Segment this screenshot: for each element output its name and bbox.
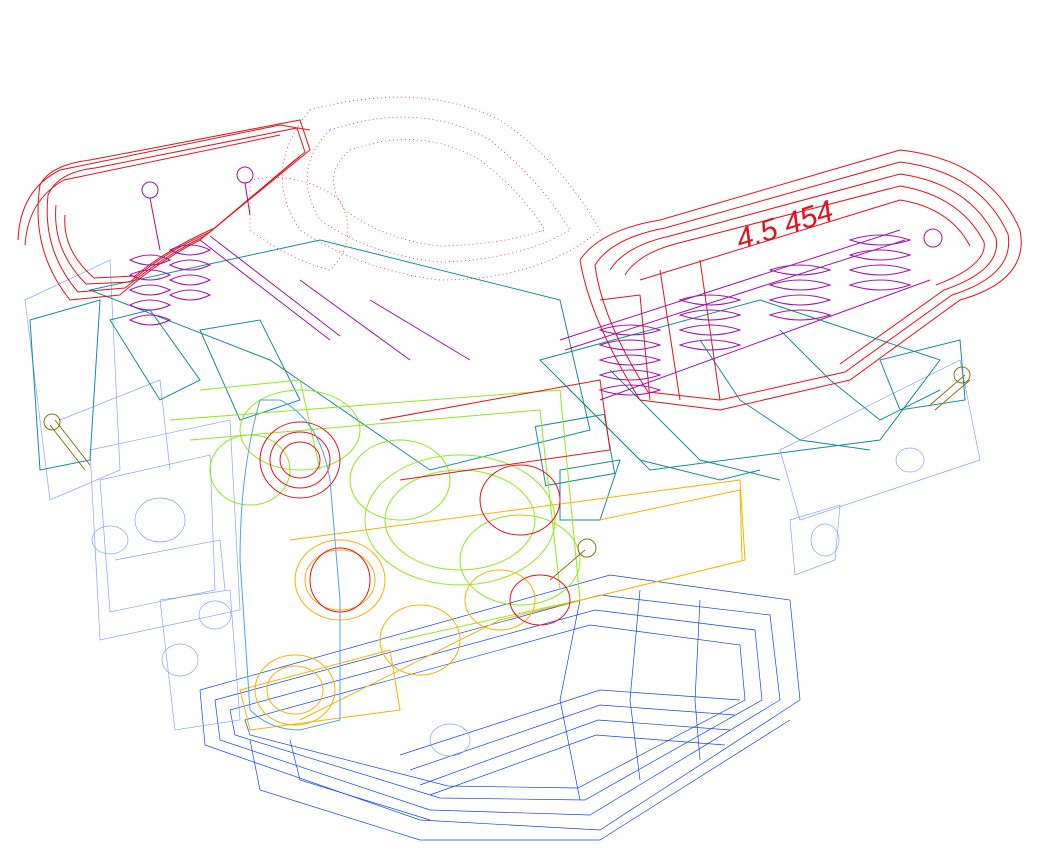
engine-block-wireframe [24,259,981,757]
engine-wireframe-scene: 4.5 454 [17,96,1022,841]
intake-manifold-wireframe [29,239,966,521]
timing-gears-wireframe [239,479,746,731]
cam-gear-wireframe [259,379,611,626]
mounting-bolts [43,366,971,581]
throttle-body-wireframe [249,96,601,281]
valve-cover-stamp: 4.5 454 [732,194,837,256]
timing-chain-wireframe [239,399,341,731]
oil-pan-wireframe [199,574,801,841]
engine-wireframe-viewport[interactable]: 4.5 454 [0,0,1047,858]
